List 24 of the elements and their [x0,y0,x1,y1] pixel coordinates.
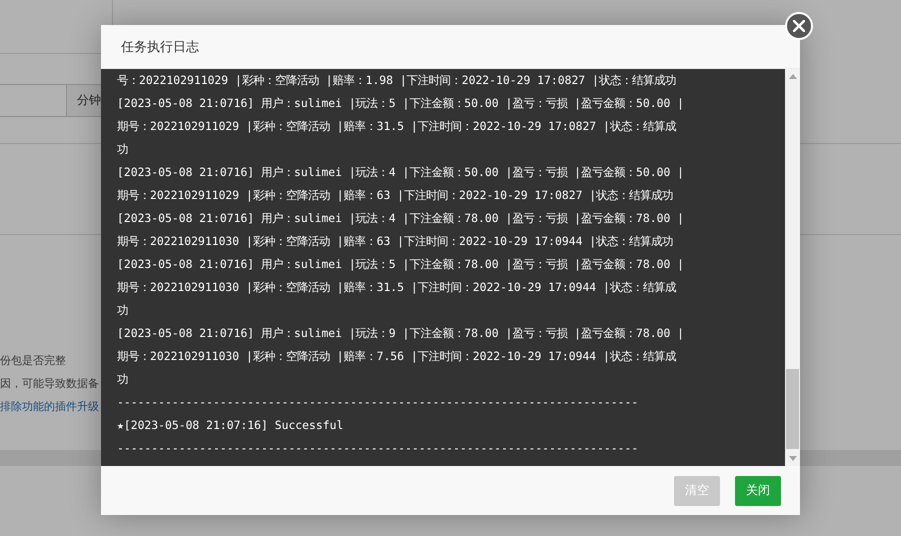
log-line: 功 [117,302,129,319]
log-line: [2023-05-08 21:0716] 用户：sulimei |玩法：5 |下注金额：78.00 |盈亏：亏损 |盈亏金额：78.00 | [117,256,686,273]
scrollbar[interactable] [785,69,800,466]
log-line: [2023-05-08 21:0716] 用户：sulimei |玩法：4 |下注金额：78.00 |盈亏：亏损 |盈亏金额：78.00 | [117,210,686,227]
log-line: ★[2023-05-08 21:07:16] Successful [117,417,344,434]
log-line: ---------------------------------------------------------------------------- [117,440,640,457]
dialog-title: 任务执行日志 [121,38,199,56]
log-line: 期号：2022102911030 |彩种：空降活动 |赔率：31.5 |下注时间：2022-10-29 17:0944 |状态：结算成 [117,279,677,296]
log-line: 期号：2022102911029 |彩种：空降活动 |赔率：31.5 |下注时间：2022-10-29 17:0827 |状态：结算成 [117,118,677,135]
primary-button[interactable]: 关闭 [735,476,781,506]
log-line: [2023-05-08 21:0716] 用户：sulimei |玩法：4 |下注金额：50.00 |盈亏：亏损 |盈亏金额：50.00 | [117,164,686,181]
log-line: ---------------------------------------------------------------------------- [117,394,640,411]
log-line: 功 [117,371,129,388]
note-link[interactable]: 排除功能的插件升级 [0,399,99,415]
close-icon[interactable] [785,12,813,40]
note-text: 份包是否完整 [0,353,66,369]
log-line: 期号：2022102911029 |彩种：空降活动 |赔率：63 |下注时间：2022-10-29 17:0827 |状态：结算成功 [117,187,674,204]
log-line: [2023-05-08 21:0716] 用户：sulimei |玩法：9 |下注金额：78.00 |盈亏：亏损 |盈亏金额：78.00 | [117,325,686,342]
note-text: 因，可能导致数据备 [0,376,99,392]
log-line: 期号：2022102911030 |彩种：空降活动 |赔率：63 |下注时间：2022-10-29 17:0944 |状态：结算成功 [117,233,674,250]
log-line: 期号：2022102911030 |彩种：空降活动 |赔率：7.56 |下注时间：2022-10-29 17:0944 |状态：结算成 [117,348,677,365]
log-line: 功 [117,141,129,158]
log-line: 号：2022102911029 |彩种：空降活动 |赔率：1.98 |下注时间：2022-10-29 17:0827 |状态：结算成功 [117,72,677,89]
log-line: [2023-05-08 21:0716] 用户：sulimei |玩法：5 |下注金额：50.00 |盈亏：亏损 |盈亏金额：50.00 | [117,95,686,112]
